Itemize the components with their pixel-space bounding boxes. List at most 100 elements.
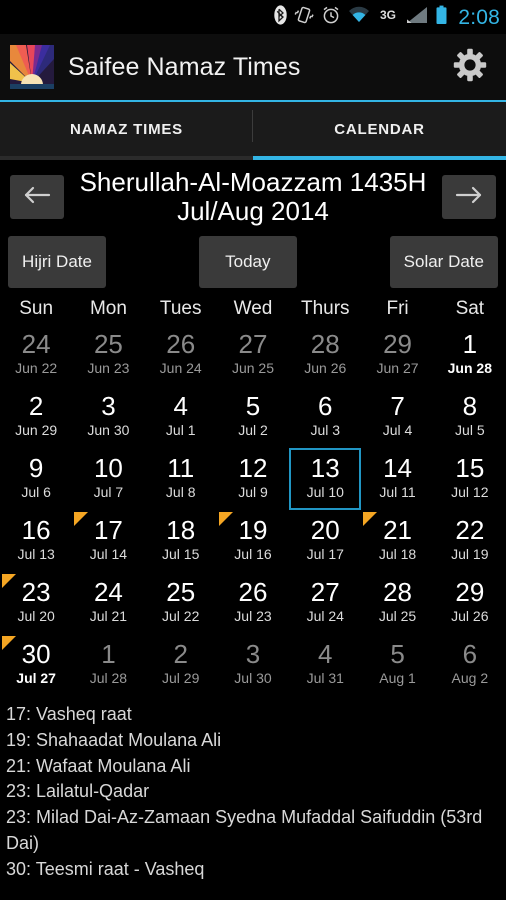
hijri-day-number: 1 [101, 639, 116, 670]
network-3g-icon: 3G [377, 7, 399, 28]
hijri-date-label: Hijri Date [22, 252, 92, 272]
calendar-day-cell[interactable]: 17 Jul 14 [72, 510, 144, 572]
calendar-day-cell[interactable]: 2 Jun 29 [0, 386, 72, 448]
calendar-day-cell[interactable]: 30 Jul 27 [0, 634, 72, 696]
event-item: 30: Teesmi raat - Vasheq [6, 858, 205, 879]
solar-date-label: Jul 23 [234, 607, 272, 624]
weekday-header: Sun Mon Tues Wed Thurs Fri Sat [0, 296, 506, 324]
hijri-date-button[interactable]: Hijri Date [8, 236, 106, 289]
calendar-day-cell[interactable]: 3 Jul 30 [217, 634, 289, 696]
next-month-button[interactable] [442, 175, 496, 220]
event-item: 23: Milad Dai-Az-Zamaan Syedna Mufaddal … [6, 807, 483, 853]
calendar-day-cell[interactable]: 1 Jul 28 [72, 634, 144, 696]
hijri-day-number: 17 [93, 515, 123, 546]
solar-date-label: Jul 28 [89, 669, 128, 686]
calendar-day-cell[interactable]: 7 Jul 4 [361, 386, 433, 448]
arrow-left-icon [23, 185, 51, 210]
hijri-day-number: 16 [21, 515, 51, 546]
calendar-day-cell[interactable]: 24 Jul 21 [72, 572, 144, 634]
calendar-day-cell[interactable]: 6 Jul 3 [289, 386, 361, 448]
calendar-day-cell[interactable]: 15 Jul 12 [434, 448, 506, 510]
calendar-day-cell[interactable]: 29 Jul 26 [434, 572, 506, 634]
month-title: Sherullah-Al-Moazzam 1435H Jul/Aug 2014 [72, 167, 434, 227]
solar-date-label: Solar Date [403, 252, 484, 272]
calendar-day-cell[interactable]: 5 Jul 2 [217, 386, 289, 448]
solar-date-label: Jun 25 [231, 359, 274, 376]
calendar-day-cell[interactable]: 24 Jun 22 [0, 324, 72, 386]
calendar-day-cell[interactable]: 26 Jun 24 [145, 324, 217, 386]
calendar-day-cell[interactable]: 28 Jun 26 [289, 324, 361, 386]
calendar-day-cell[interactable]: 10 Jul 7 [72, 448, 144, 510]
tab-calendar-label: CALENDAR [334, 120, 425, 138]
calendar-day-cell[interactable]: 1 Jun 28 [434, 324, 506, 386]
event-marker-icon [2, 636, 16, 651]
calendar-day-cell[interactable]: 5 Aug 1 [361, 634, 433, 696]
calendar-day-cell[interactable]: 27 Jun 25 [217, 324, 289, 386]
calendar-day-cell[interactable]: 16 Jul 13 [0, 510, 72, 572]
solar-date-label: Jul 5 [455, 421, 485, 438]
calendar-week-row: 2 Jun 29 3 Jun 30 4 Jul 1 5 Jul 2 6 Jul 3 7 Jul 48J… [0, 386, 506, 448]
calendar-day-cell[interactable]: 14 Jul 11 [361, 448, 433, 510]
today-button[interactable]: Today [198, 236, 297, 289]
tab-calendar[interactable]: CALENDAR [253, 102, 506, 160]
solar-date-label: Jul 14 [89, 545, 128, 562]
calendar-day-cell[interactable]: 6 Aug 2 [434, 634, 506, 696]
hijri-day-number: 2 [28, 391, 44, 422]
calendar-day-cell[interactable]: 26 Jul 23 [217, 572, 289, 634]
solar-date-label: Jun 22 [15, 359, 58, 376]
solar-date-label: Jul 15 [162, 545, 200, 562]
signal-icon [406, 6, 428, 29]
calendar-day-cell[interactable]: 9 Jul 6 [0, 448, 72, 510]
calendar-day-cell[interactable]: 12 Jul 9 [217, 448, 289, 510]
calendar-day-cell[interactable]: 28 Jul 25 [361, 572, 433, 634]
solar-date-label: Jul 18 [378, 545, 417, 562]
solar-date-label: Jun 26 [304, 359, 347, 376]
event-marker-icon [2, 574, 16, 589]
calendar-day-cell[interactable]: 19 Jul 16 [217, 510, 289, 572]
calendar-day-cell[interactable]: 22 Jul 19 [434, 510, 506, 572]
calendar-day-cell[interactable]: 25 Jul 22 [145, 572, 217, 634]
solar-date-label: Jul 24 [306, 607, 344, 624]
calendar-day-cell[interactable]: 11 Jul 8 [145, 448, 217, 510]
hijri-day-number: 9 [28, 453, 44, 484]
hijri-day-number: 24 [21, 329, 51, 360]
calendar-day-cell[interactable]: 2 Jul 29 [145, 634, 217, 696]
solar-date-button[interactable]: Solar Date [389, 236, 498, 289]
solar-date-label: Jul 1 [165, 421, 196, 438]
prev-month-button[interactable] [10, 175, 64, 220]
solar-date-label: Jul 30 [234, 669, 272, 686]
hijri-day-number: 4 [318, 639, 333, 670]
weekday-label: Thurs [300, 298, 350, 320]
hijri-day-number: 2 [173, 639, 188, 670]
hijri-day-number: 26 [238, 577, 268, 608]
hijri-day-number: 14 [383, 453, 412, 484]
hijri-day-number: 30 [21, 639, 51, 670]
month-title-gregorian: Jul/Aug 2014 [177, 196, 329, 227]
calendar-day-cell[interactable]: 4 Jul 31 [289, 634, 361, 696]
calendar-day-cell[interactable]: 23 Jul 20 [0, 572, 72, 634]
calendar-day-cell[interactable]: 20 Jul 17 [289, 510, 361, 572]
calendar-day-cell[interactable]: 8 Jul 5 [434, 386, 506, 448]
weekday-label: Mon [89, 298, 127, 320]
solar-date-label: Jul 13 [17, 545, 55, 562]
hijri-day-number: 28 [383, 577, 412, 608]
calendar-day-cell[interactable]: 25 Jun 23 [72, 324, 144, 386]
calendar-day-cell[interactable]: 18 Jul 15 [145, 510, 217, 572]
hijri-day-number: 12 [238, 453, 268, 484]
calendar-day-cell[interactable]: 13 Jul 10 [289, 448, 362, 511]
calendar-day-cell[interactable]: 21 Jul 18 [361, 510, 433, 572]
calendar-day-cell[interactable]: 4 Jul 1 [145, 386, 217, 448]
calendar-day-cell[interactable]: 3 Jun 30 [72, 386, 144, 448]
hijri-day-number: 28 [310, 329, 340, 360]
hijri-day-number: 24 [93, 577, 123, 608]
calendar-day-cell[interactable]: 27 Jul 24 [289, 572, 361, 634]
settings-button[interactable] [450, 47, 490, 87]
hijri-day-number: 4 [173, 391, 188, 422]
calendar-week-row: 23 Jul 20 24 Jul 21 25 Jul 22 26 Jul 23 27 Jul 24… [0, 572, 506, 634]
hijri-day-number: 1 [462, 329, 478, 360]
tab-namaz-times[interactable]: NAMAZ TIMES [0, 102, 253, 160]
calendar-day-cell[interactable]: 29 Jun 27 [361, 324, 433, 386]
weekday-label: Wed [233, 298, 273, 320]
hijri-day-number: 22 [455, 515, 485, 546]
hijri-day-number: 7 [390, 391, 405, 422]
